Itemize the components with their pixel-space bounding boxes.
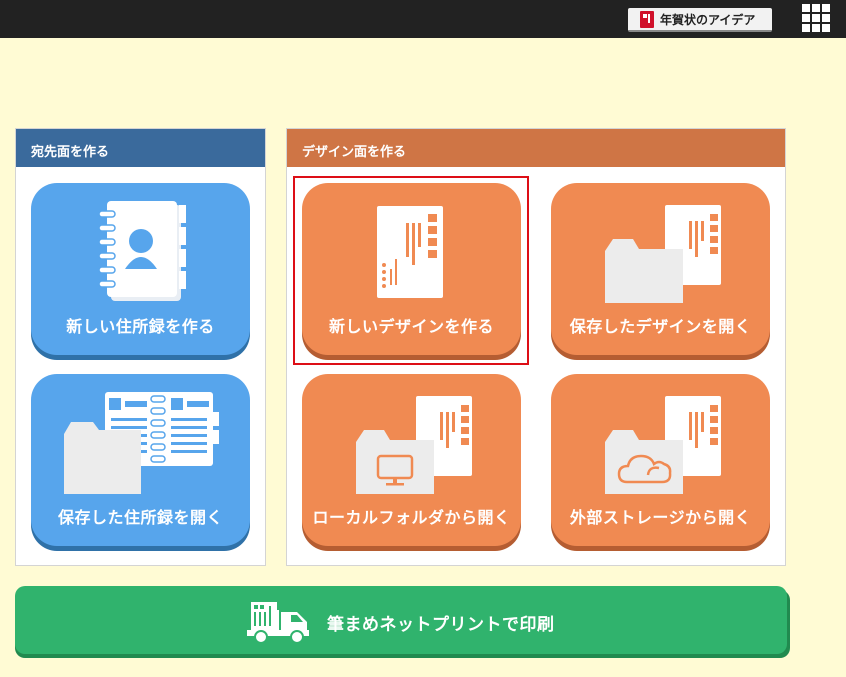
- ideas-label: 年賀状のアイデア: [660, 12, 756, 27]
- design-panel-title: デザイン面を作る: [287, 129, 785, 167]
- net-print-button[interactable]: 筆まめネットプリントで印刷: [15, 586, 787, 654]
- open-external-storage-label: 外部ストレージから開く: [569, 508, 752, 527]
- address-panel-title: 宛先面を作る: [16, 129, 265, 167]
- open-saved-design-label: 保存したデザインを開く: [569, 317, 752, 336]
- folder-address-book-icon: [64, 392, 219, 494]
- folder-postcard-icon: [605, 205, 721, 303]
- open-local-folder-label: ローカルフォルダから開く: [312, 508, 511, 527]
- net-print-label: 筆まめネットプリントで印刷: [327, 615, 555, 635]
- open-external-storage-button[interactable]: 外部ストレージから開く: [551, 374, 770, 546]
- open-saved-address-book-button[interactable]: 保存した住所録を開く: [31, 374, 250, 546]
- new-address-book-button[interactable]: 新しい住所録を作る: [31, 183, 250, 355]
- top-bar: 年賀状のアイデア: [0, 0, 846, 38]
- open-saved-design-button[interactable]: 保存したデザインを開く: [551, 183, 770, 355]
- open-local-folder-button[interactable]: ローカルフォルダから開く: [302, 374, 521, 546]
- open-saved-address-book-label: 保存した住所録を開く: [57, 508, 223, 527]
- address-book-icon: [98, 201, 186, 301]
- ideas-book-icon: [640, 10, 654, 28]
- cloud-folder-icon: [605, 396, 721, 494]
- local-folder-icon: [356, 396, 472, 494]
- app-grid-icon[interactable]: [802, 4, 830, 32]
- new-year-card-ideas-button[interactable]: 年賀状のアイデア: [628, 8, 772, 32]
- new-address-book-label: 新しい住所録を作る: [66, 317, 215, 336]
- delivery-truck-icon: [247, 602, 309, 644]
- selection-highlight: [293, 176, 529, 365]
